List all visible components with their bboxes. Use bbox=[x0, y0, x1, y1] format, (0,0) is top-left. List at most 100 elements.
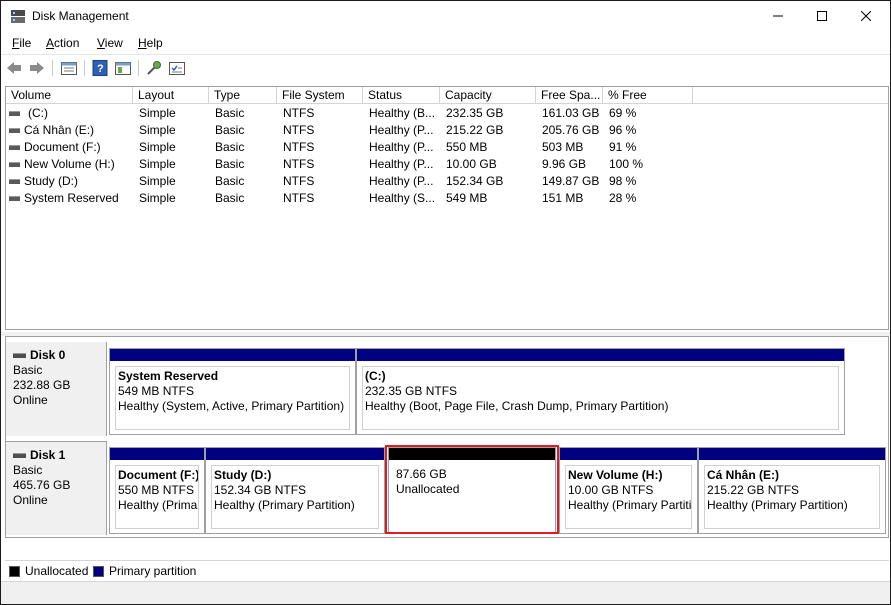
partition-status: Healthy (Boot, Page File, Crash Dump, Pr… bbox=[365, 399, 669, 413]
cell-capacity: 549 MB bbox=[446, 191, 488, 205]
menu-view-label: iew bbox=[104, 36, 123, 50]
forward-arrow-icon[interactable] bbox=[28, 59, 46, 77]
show-hide-console-icon[interactable] bbox=[114, 59, 132, 77]
column-header-capacity[interactable]: Capacity bbox=[440, 87, 536, 104]
cell-type: Basic bbox=[215, 140, 245, 154]
partition-status: Healthy (Primary Partiti bbox=[568, 498, 692, 512]
disk-1-label[interactable]: Disk 1 Basic 465.76 GB Online bbox=[6, 441, 107, 535]
properties-icon[interactable] bbox=[60, 59, 78, 77]
menu-file[interactable]: File bbox=[12, 36, 31, 50]
cell-free-space: 151 MB bbox=[542, 191, 584, 205]
legend: Unallocated Primary partition bbox=[5, 560, 889, 580]
partition-document-f[interactable]: Document (F:) 550 MB NTFS Healthy (Prima bbox=[109, 447, 205, 534]
menu-help-label: elp bbox=[146, 36, 163, 50]
column-header-percent-free[interactable]: % Free bbox=[603, 87, 693, 104]
column-header-free-space[interactable]: Free Spa... bbox=[536, 87, 603, 104]
disk-1-size: 465.76 GB bbox=[13, 478, 71, 492]
disk-0-label[interactable]: Disk 0 Basic 232.88 GB Online bbox=[6, 342, 107, 436]
minimize-icon bbox=[773, 10, 783, 24]
partition-body: Study (D:) 152.34 GB NTFS Healthy (Prima… bbox=[211, 465, 379, 529]
table-row[interactable]: Study (D:) Simple Basic NTFS Healthy (P.… bbox=[6, 173, 888, 190]
disk-management-app-icon bbox=[10, 9, 26, 24]
partition-name: Study (D:) bbox=[214, 468, 272, 482]
disk-graphical-view: Disk 0 Basic 232.88 GB Online System Res… bbox=[5, 336, 889, 538]
table-row[interactable]: New Volume (H:) Simple Basic NTFS Health… bbox=[6, 156, 888, 173]
disk-1-state: Online bbox=[13, 493, 48, 507]
partition-name: Cá Nhân (E:) bbox=[707, 468, 779, 482]
disk-management-window: Disk Management File Action View Help ? bbox=[0, 0, 891, 605]
partition-bar bbox=[357, 349, 844, 361]
minimize-button[interactable] bbox=[755, 1, 801, 32]
cell-capacity: 232.35 GB bbox=[446, 106, 504, 120]
partition-body: Cá Nhân (E:) 215.22 GB NTFS Healthy (Pri… bbox=[704, 465, 880, 529]
cell-free-space: 9.96 GB bbox=[542, 157, 587, 171]
cell-status: Healthy (P... bbox=[369, 123, 434, 137]
partition-name: (C:) bbox=[365, 369, 386, 383]
maximize-button[interactable] bbox=[799, 1, 845, 32]
window-title: Disk Management bbox=[32, 9, 129, 23]
disk-0-name: Disk 0 bbox=[30, 348, 66, 362]
disk-1-type: Basic bbox=[13, 463, 43, 477]
menu-action[interactable]: Action bbox=[46, 36, 79, 50]
help-icon[interactable]: ? bbox=[91, 59, 109, 77]
menu-action-label: ction bbox=[54, 36, 80, 50]
partition-size: 10.00 GB NTFS bbox=[568, 483, 654, 497]
cell-layout: Simple bbox=[139, 123, 176, 137]
cell-percent-free: 69 % bbox=[609, 106, 637, 120]
selection-highlight bbox=[385, 445, 559, 534]
menu-view[interactable]: View bbox=[97, 36, 123, 50]
partition-body: System Reserved 549 MB NTFS Healthy (Sys… bbox=[115, 366, 350, 430]
drive-icon bbox=[9, 196, 20, 201]
cell-volume: (C:) bbox=[28, 106, 48, 120]
partition-new-volume-h[interactable]: New Volume (H:) 10.00 GB NTFS Healthy (P… bbox=[559, 447, 698, 534]
disk-icon bbox=[13, 453, 26, 458]
partition-bar bbox=[110, 448, 204, 460]
maximize-icon bbox=[817, 10, 827, 24]
cell-free-space: 149.87 GB bbox=[542, 174, 600, 188]
drive-icon bbox=[9, 111, 20, 116]
table-row[interactable]: Document (F:) Simple Basic NTFS Healthy … bbox=[6, 139, 888, 156]
cell-status: Healthy (P... bbox=[369, 174, 434, 188]
cell-file-system: NTFS bbox=[283, 140, 315, 154]
partition-status: Healthy (Prima bbox=[118, 498, 198, 512]
cell-free-space: 503 MB bbox=[542, 140, 584, 154]
cell-status: Healthy (B... bbox=[369, 106, 436, 120]
partition-bar bbox=[206, 448, 384, 460]
checklist-icon[interactable] bbox=[168, 59, 186, 77]
column-header-volume[interactable]: Volume bbox=[6, 87, 133, 104]
table-row[interactable]: Cá Nhân (E:) Simple Basic NTFS Healthy (… bbox=[6, 122, 888, 139]
menu-action-accel: A bbox=[46, 36, 55, 50]
close-button[interactable] bbox=[843, 1, 889, 32]
partition-c[interactable]: (C:) 232.35 GB NTFS Healthy (Boot, Page … bbox=[356, 348, 845, 435]
column-header-file-system[interactable]: File System bbox=[277, 87, 363, 104]
column-header-type[interactable]: Type bbox=[209, 87, 277, 104]
disk-1-name: Disk 1 bbox=[30, 448, 66, 462]
cell-layout: Simple bbox=[139, 157, 176, 171]
menu-help-accel: H bbox=[138, 36, 147, 50]
menu-help[interactable]: Help bbox=[138, 36, 163, 50]
partition-name: System Reserved bbox=[118, 369, 219, 383]
partition-status: Healthy (Primary Partition) bbox=[707, 498, 848, 512]
partition-ca-nhan-e[interactable]: Cá Nhân (E:) 215.22 GB NTFS Healthy (Pri… bbox=[698, 447, 886, 534]
partition-name: New Volume (H:) bbox=[568, 468, 663, 482]
back-arrow-icon[interactable] bbox=[5, 59, 23, 77]
title-bar[interactable]: Disk Management bbox=[1, 1, 890, 32]
cell-percent-free: 100 % bbox=[609, 157, 644, 171]
cell-volume: New Volume (H:) bbox=[24, 157, 115, 171]
cell-layout: Simple bbox=[139, 174, 176, 188]
partition-study-d[interactable]: Study (D:) 152.34 GB NTFS Healthy (Prima… bbox=[205, 447, 385, 534]
connect-icon[interactable] bbox=[145, 59, 163, 77]
table-row[interactable]: (C:) Simple Basic NTFS Healthy (B... 232… bbox=[6, 105, 888, 122]
svg-text:?: ? bbox=[97, 63, 104, 75]
column-header-layout[interactable]: Layout bbox=[133, 87, 209, 104]
column-header-status[interactable]: Status bbox=[363, 87, 440, 104]
table-row[interactable]: System Reserved Simple Basic NTFS Health… bbox=[6, 190, 888, 207]
cell-capacity: 550 MB bbox=[446, 140, 488, 154]
partition-bar bbox=[699, 448, 885, 460]
partition-system-reserved[interactable]: System Reserved 549 MB NTFS Healthy (Sys… bbox=[109, 348, 356, 435]
drive-icon bbox=[9, 162, 20, 167]
partition-bar bbox=[110, 349, 355, 361]
cell-free-space: 161.03 GB bbox=[542, 106, 600, 120]
close-icon bbox=[860, 10, 872, 24]
partition-body: Document (F:) 550 MB NTFS Healthy (Prima bbox=[115, 465, 199, 529]
